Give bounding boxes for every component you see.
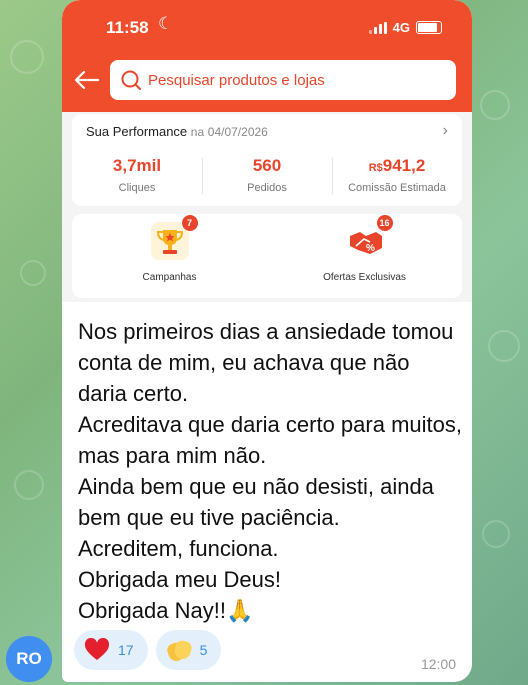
promo-label: Campanhas (142, 272, 197, 283)
promotions-card: 7 Campanhas % 16 Ofertas Exclusivas (72, 214, 462, 298)
chevron-right-icon[interactable]: › (443, 122, 448, 140)
heart-icon (84, 638, 110, 660)
reactions: 17 5 (74, 630, 222, 670)
message-line: Obrigada meu Deus! (78, 567, 281, 592)
promo-label: Ofertas Exclusivas (323, 272, 406, 283)
status-indicators: 4G (368, 20, 442, 35)
reaction-heart[interactable]: 17 (74, 630, 148, 670)
handshake-discount-icon: % 16 (345, 214, 394, 260)
message-line: Acreditava que daria certo para muitos, … (78, 412, 462, 468)
search-placeholder: Pesquisar produtos e lojas (148, 71, 325, 89)
message-line: Ainda bem que eu não desisti, ainda bem … (78, 474, 434, 530)
network-label: 4G (392, 20, 410, 35)
battery-icon (416, 21, 442, 34)
message-line: Acreditem, funciona. (78, 536, 279, 561)
clapping-hands-icon (164, 637, 193, 664)
reaction-clap[interactable]: 5 (155, 630, 222, 670)
performance-card[interactable]: Sua Performance na 04/07/2026 › 3,7mil C… (72, 114, 462, 206)
performance-title: Sua Performance na 04/07/2026 (86, 124, 268, 139)
metric-pedidos: 560 Pedidos (247, 156, 287, 194)
message-line: Nos primeiros dias a ansiedade tomou con… (78, 319, 454, 406)
metric-comissao: R$941,2 Comissão Estimada (348, 156, 446, 194)
signal-icon (368, 21, 387, 34)
search-icon (121, 70, 141, 90)
message-text: Nos primeiros dias a ansiedade tomou con… (78, 316, 463, 626)
svg-text:%: % (366, 243, 375, 254)
message-time: 12:00 (420, 656, 456, 672)
moon-icon: ☾ (158, 14, 174, 33)
avatar[interactable]: RO (6, 636, 52, 682)
back-arrow-icon[interactable] (72, 68, 100, 92)
search-bar[interactable]: Pesquisar produtos e lojas (110, 60, 456, 100)
reaction-count: 5 (199, 642, 208, 658)
trophy-icon: 7 (150, 214, 199, 260)
promo-ofertas[interactable]: % 16 Ofertas Exclusivas (267, 214, 462, 283)
reaction-count: 17 (118, 642, 134, 658)
app-header: 11:58 ☾ 4G Pesquisar produtos e lojas (62, 0, 472, 112)
message-line: Obrigada Nay!!🙏 (78, 598, 254, 623)
message-bubble[interactable]: 11:58 ☾ 4G Pesquisar produtos e lojas Su… (62, 0, 472, 682)
status-time: 11:58 (106, 18, 149, 37)
ofertas-badge: 16 (375, 214, 394, 232)
metric-cliques: 3,7mil Cliques (112, 156, 162, 194)
campanhas-badge: 7 (180, 214, 199, 232)
performance-date: 04/07/2026 (207, 125, 268, 139)
promo-campanhas[interactable]: 7 Campanhas (72, 214, 267, 283)
